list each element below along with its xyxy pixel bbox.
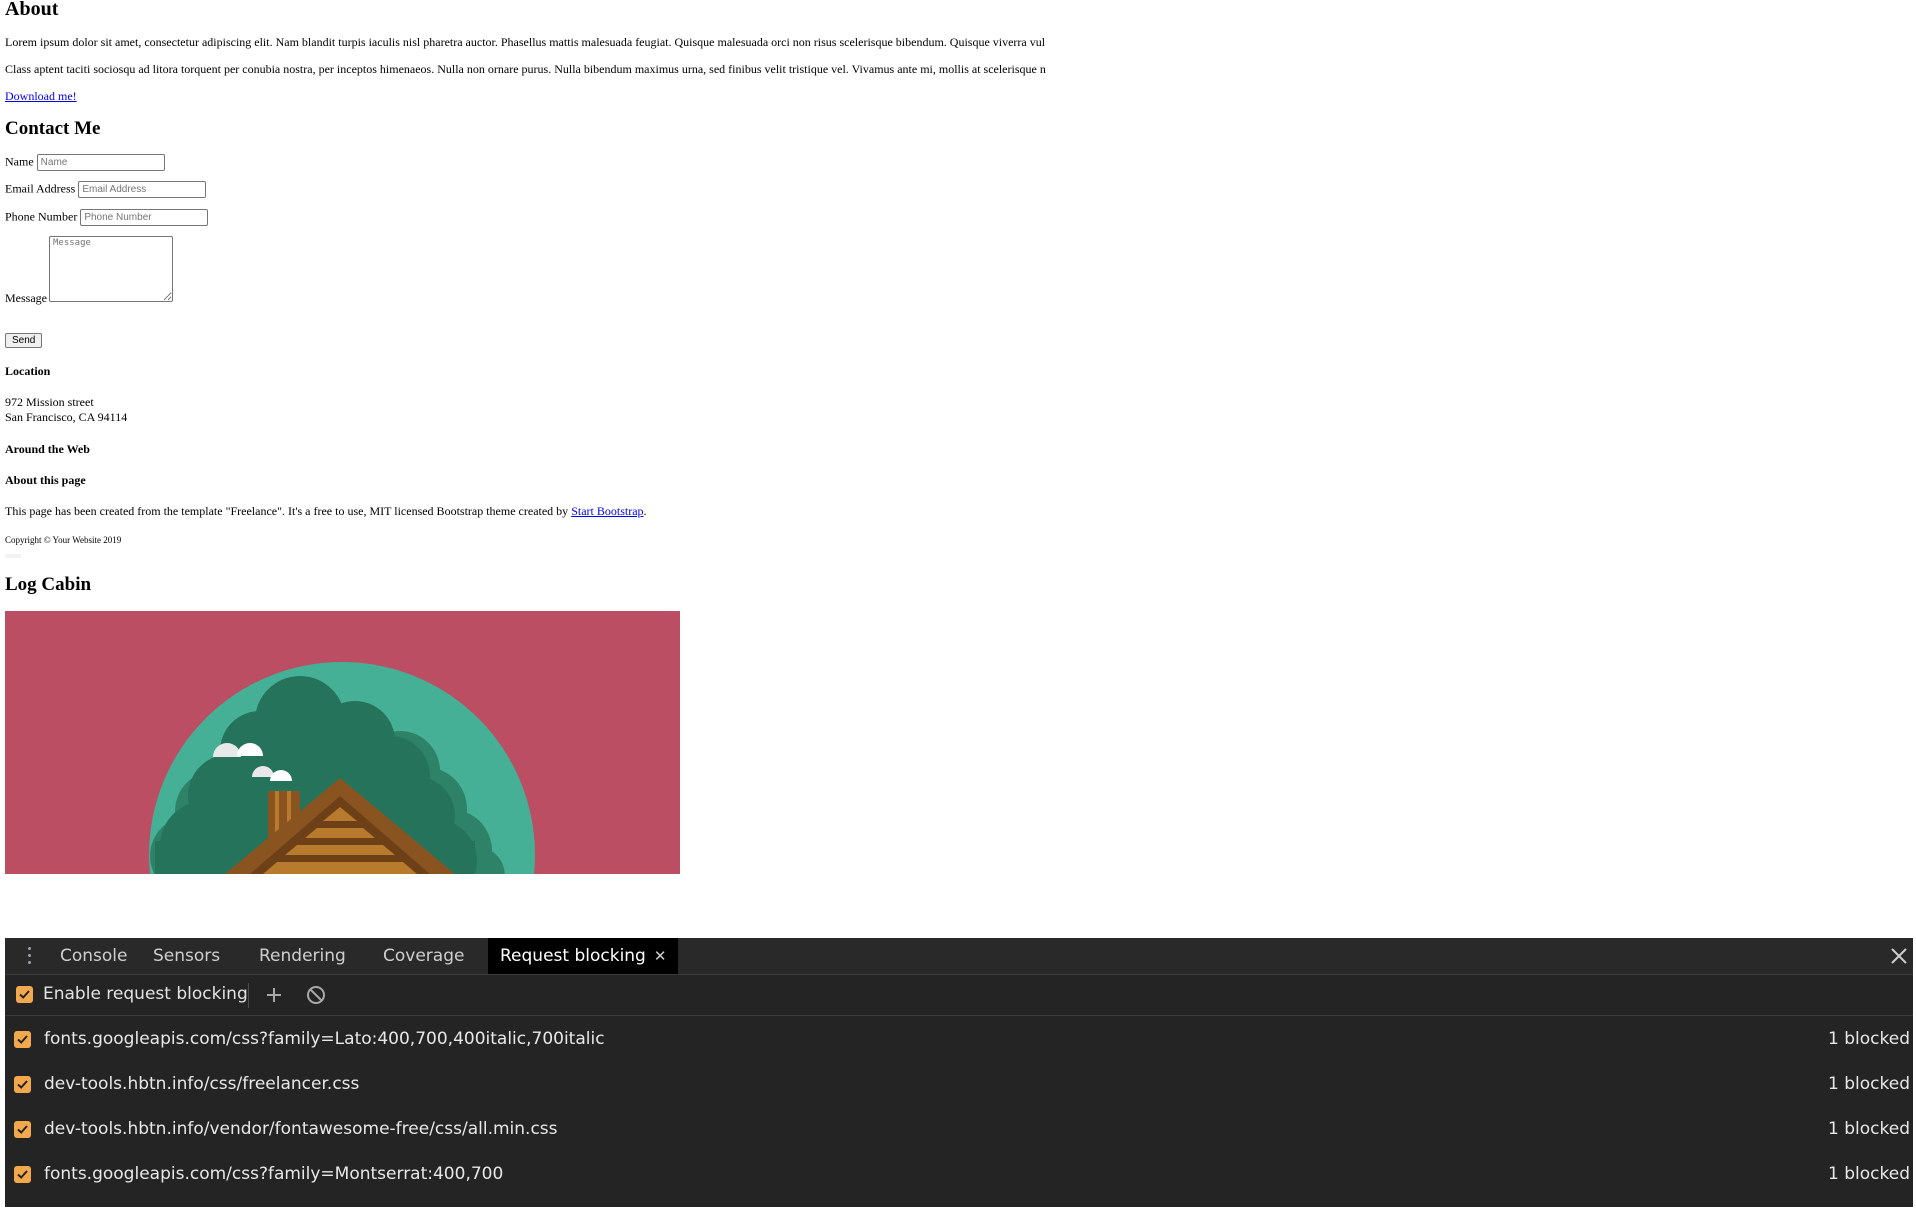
checkmark-icon [19,990,30,999]
checkmark-icon [17,1170,28,1179]
request-blocking-toolbar: Enable request blocking [5,975,1913,1016]
rule-checkbox[interactable] [14,1031,31,1048]
tab-sensors[interactable]: Sensors [153,938,220,974]
rule-pattern: fonts.googleapis.com/css?family=Montserr… [44,1164,504,1184]
close-tab-icon[interactable]: ✕ [654,947,667,965]
page-viewport: About Lorem ipsum dolor sit amet, consec… [0,0,1916,938]
log-cabin-image[interactable] [5,611,680,874]
rule-blocked-count: 1 blocked [1828,1164,1910,1184]
location-heading: Location [5,364,51,378]
tab-request-blocking[interactable]: Request blocking ✕ [488,938,679,974]
close-drawer-icon[interactable] [1887,944,1911,968]
about-paragraph-1: Lorem ipsum dolor sit amet, consectetur … [5,35,1046,49]
portfolio-heading: Log Cabin [5,574,92,595]
about-page-text-row: This page has been created from the temp… [5,504,647,518]
about-heading: About [5,0,59,20]
contact-form: Name [5,154,165,171]
address-line-2: San Francisco, CA 94114 [5,410,128,424]
name-input[interactable] [36,154,165,171]
tab-console[interactable]: Console [60,938,128,974]
tab-coverage[interactable]: Coverage [383,938,464,974]
rule-blocked-count: 1 blocked [1828,1119,1910,1139]
tab-rendering[interactable]: Rendering [259,938,346,974]
around-web-heading: Around the Web [5,442,90,456]
email-label: Email Address [5,181,76,196]
enable-request-blocking-checkbox[interactable] [16,986,33,1003]
about-paragraph-2: Class aptent taciti sociosqu ad litora t… [5,62,1046,76]
contact-heading: Contact Me [5,118,101,139]
more-tools-menu-icon[interactable] [27,947,31,967]
blocking-rule-row[interactable]: fonts.googleapis.com/css?family=Lato:400… [5,1017,1913,1062]
phone-input[interactable] [80,209,209,226]
about-page-trailing: . [643,504,647,518]
scroll-to-top-stub[interactable] [5,554,21,558]
tab-request-blocking-label: Request blocking [500,946,646,966]
start-bootstrap-link[interactable]: Start Bootstrap [571,504,643,518]
blocking-rule-row[interactable]: dev-tools.hbtn.info/vendor/fontawesome-f… [5,1107,1913,1152]
email-input[interactable] [78,181,207,198]
devtools-drawer: Console Sensors Rendering Coverage Reque… [5,938,1913,1207]
message-label: Message [5,291,47,305]
address-line-1: 972 Mission street [5,395,94,409]
email-row: Email Address [5,181,207,198]
drawer-tabbar: Console Sensors Rendering Coverage Reque… [5,938,1913,975]
enable-request-blocking-label[interactable]: Enable request blocking [43,984,248,1004]
rule-pattern: dev-tools.hbtn.info/vendor/fontawesome-f… [44,1119,558,1139]
rule-blocked-count: 1 blocked [1828,1029,1910,1049]
blocking-rule-row[interactable]: fonts.googleapis.com/css?family=Montserr… [5,1152,1913,1197]
message-textarea[interactable] [49,236,173,302]
checkmark-icon [17,1080,28,1089]
rule-checkbox[interactable] [14,1121,31,1138]
phone-row: Phone Number [5,209,209,226]
rule-checkbox[interactable] [14,1076,31,1093]
blocking-rule-row[interactable]: dev-tools.hbtn.info/css/freelancer.css 1… [5,1062,1913,1107]
rule-pattern: fonts.googleapis.com/css?family=Lato:400… [44,1029,605,1049]
block-icon[interactable] [306,985,326,1005]
copyright-text: Copyright © Your Website 2019 [5,535,122,545]
name-label: Name [5,154,34,169]
phone-label: Phone Number [5,209,78,224]
rule-pattern: dev-tools.hbtn.info/css/freelancer.css [44,1074,360,1094]
about-page-heading: About this page [5,473,86,487]
plus-icon[interactable] [264,985,284,1005]
checkmark-icon [17,1035,28,1044]
rule-checkbox[interactable] [14,1166,31,1183]
checkmark-icon [17,1125,28,1134]
download-link[interactable]: Download me! [5,89,77,103]
log-cabin-illustration [5,611,680,874]
send-button[interactable]: Send [5,333,43,348]
rule-blocked-count: 1 blocked [1828,1074,1910,1094]
toolbar-divider [248,983,249,1008]
about-page-text: This page has been created from the temp… [5,504,569,518]
